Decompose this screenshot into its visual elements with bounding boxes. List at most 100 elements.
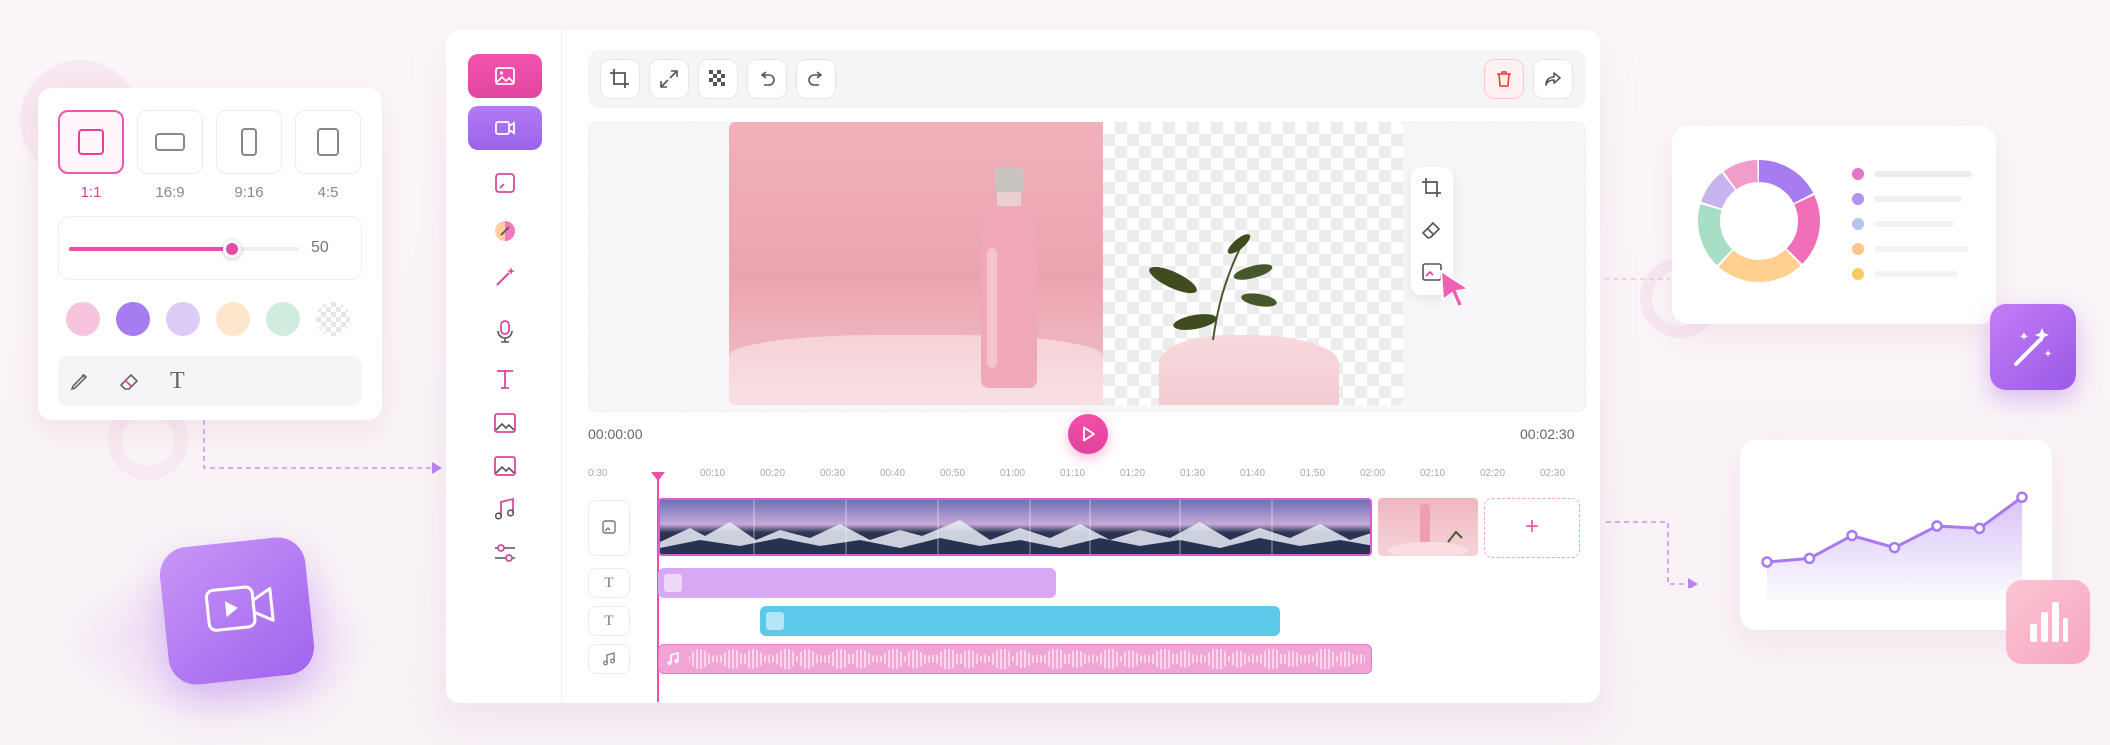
ratio-label: 4:5 [317, 184, 339, 201]
video-app-badge [157, 534, 317, 688]
legend-bar [1874, 171, 1972, 177]
current-time: 00:00:00 [588, 426, 643, 442]
product-photo-cutout [1103, 122, 1403, 405]
eraser-icon[interactable] [1421, 219, 1443, 241]
ruler-tick: 00:30 [820, 468, 846, 479]
ruler-tick: 02:00 [1360, 468, 1386, 479]
chart-point [1931, 520, 1943, 532]
video-camera-icon [204, 585, 275, 632]
crop-frame-icon[interactable] [490, 168, 520, 198]
delete-button[interactable] [1484, 59, 1524, 99]
ruler-tick: 00:50 [940, 468, 966, 479]
music-icon[interactable] [490, 494, 520, 524]
playhead-handle[interactable] [651, 472, 665, 481]
crop-icon[interactable] [1421, 177, 1443, 199]
transparency-icon [709, 70, 725, 86]
ratio-option-4-5[interactable] [295, 110, 361, 174]
color-swatch-purple[interactable] [116, 302, 150, 336]
editor-sidebar [446, 30, 562, 703]
crop-icon [610, 69, 629, 88]
plant-leaves-image [1149, 234, 1277, 341]
sliders-icon[interactable] [490, 538, 520, 568]
text-track-label-2[interactable]: T [588, 606, 630, 636]
ratio-settings-panel: 1:1 16:9 9:16 4:5 50 T [38, 88, 382, 420]
text-clip-1[interactable] [658, 568, 1056, 598]
text-icon[interactable]: T [170, 368, 185, 395]
timeline-ruler[interactable]: 0:30 00:10 00:20 00:30 00:40 00:50 01:00… [588, 468, 1586, 488]
ruler-tick: 00:40 [880, 468, 906, 479]
donut-chart [1698, 160, 1820, 282]
slider-handle[interactable] [223, 240, 242, 258]
music-note-icon [667, 652, 679, 665]
bottle-thumbnail [1388, 504, 1468, 556]
ruler-tick: 00:10 [700, 468, 726, 479]
expand-button[interactable] [649, 59, 689, 99]
ratio-option-9-16[interactable] [216, 110, 282, 174]
play-button[interactable] [1068, 414, 1108, 454]
ratio-option-16-9[interactable] [137, 110, 203, 174]
magic-wand-icon[interactable] [490, 262, 520, 292]
legend-bar [1874, 196, 1962, 202]
image-icon[interactable] [490, 408, 520, 438]
fabric-cutout [1159, 335, 1339, 405]
ruler-tick: 01:40 [1240, 468, 1266, 479]
redo-button[interactable] [796, 59, 836, 99]
image-icon[interactable] [490, 451, 520, 481]
sidebar-image-button[interactable] [468, 54, 542, 98]
delete-icon [1497, 71, 1511, 87]
color-swatch-pink[interactable] [66, 302, 100, 336]
bar-chart-icon [2030, 602, 2068, 642]
color-swatch-mint[interactable] [266, 302, 300, 336]
area-line-chart [1761, 491, 2028, 600]
video-clip[interactable] [658, 498, 1372, 556]
color-icon[interactable] [490, 216, 520, 246]
bottle-image [981, 168, 1037, 388]
total-time: 00:02:30 [1520, 426, 1575, 442]
ratio-option-1-1[interactable] [58, 110, 124, 174]
microphone-icon[interactable] [490, 316, 520, 346]
ratio-label: 1:1 [80, 184, 102, 201]
portrait-shape-icon [317, 128, 339, 156]
crop-button[interactable] [600, 59, 640, 99]
connector-arrow [203, 420, 442, 474]
redo-icon [808, 71, 823, 86]
image-clip[interactable] [1378, 498, 1478, 556]
connector-line [1604, 278, 1670, 280]
text-clip-icon [766, 612, 784, 630]
mouse-cursor-icon [1440, 270, 1470, 308]
audio-track-label[interactable] [588, 644, 630, 674]
chart-point [2016, 491, 2028, 503]
eraser-icon[interactable] [117, 369, 141, 393]
connector-arrow [1606, 521, 1698, 588]
legend-dot [1852, 268, 1864, 280]
text-clip-2[interactable] [760, 606, 1280, 636]
sidebar-video-button[interactable] [468, 106, 542, 150]
donut-chart-card [1672, 126, 1996, 324]
color-swatch-lavender[interactable] [166, 302, 200, 336]
pencil-icon[interactable] [68, 369, 92, 393]
slider-track[interactable] [69, 240, 299, 258]
text-icon[interactable] [490, 364, 520, 394]
transparency-button[interactable] [698, 59, 738, 99]
text-track-label-1[interactable]: T [588, 568, 630, 598]
share-icon [1545, 72, 1561, 86]
bar-chart-badge [2006, 580, 2090, 664]
donut-legend [1852, 168, 1972, 288]
text-clip-icon [664, 574, 682, 592]
ruler-tick: 02:10 [1420, 468, 1446, 479]
preview-canvas[interactable] [588, 122, 1586, 412]
chart-point [1846, 529, 1858, 542]
add-clip-button[interactable]: + [1484, 498, 1580, 558]
undo-button[interactable] [747, 59, 787, 99]
play-icon [1083, 426, 1095, 442]
video-track-label[interactable] [588, 500, 630, 556]
ruler-tick: 00:20 [760, 468, 786, 479]
color-swatch-peach[interactable] [216, 302, 250, 336]
share-button[interactable] [1533, 59, 1573, 99]
audio-clip[interactable] [658, 644, 1372, 674]
aspect-ratio-row: 1:1 16:9 9:16 4:5 [58, 110, 362, 210]
color-swatch-transparent[interactable] [316, 302, 350, 336]
expand-icon [660, 70, 678, 88]
ruler-tick: 01:00 [1000, 468, 1026, 479]
legend-bar [1874, 221, 1954, 227]
